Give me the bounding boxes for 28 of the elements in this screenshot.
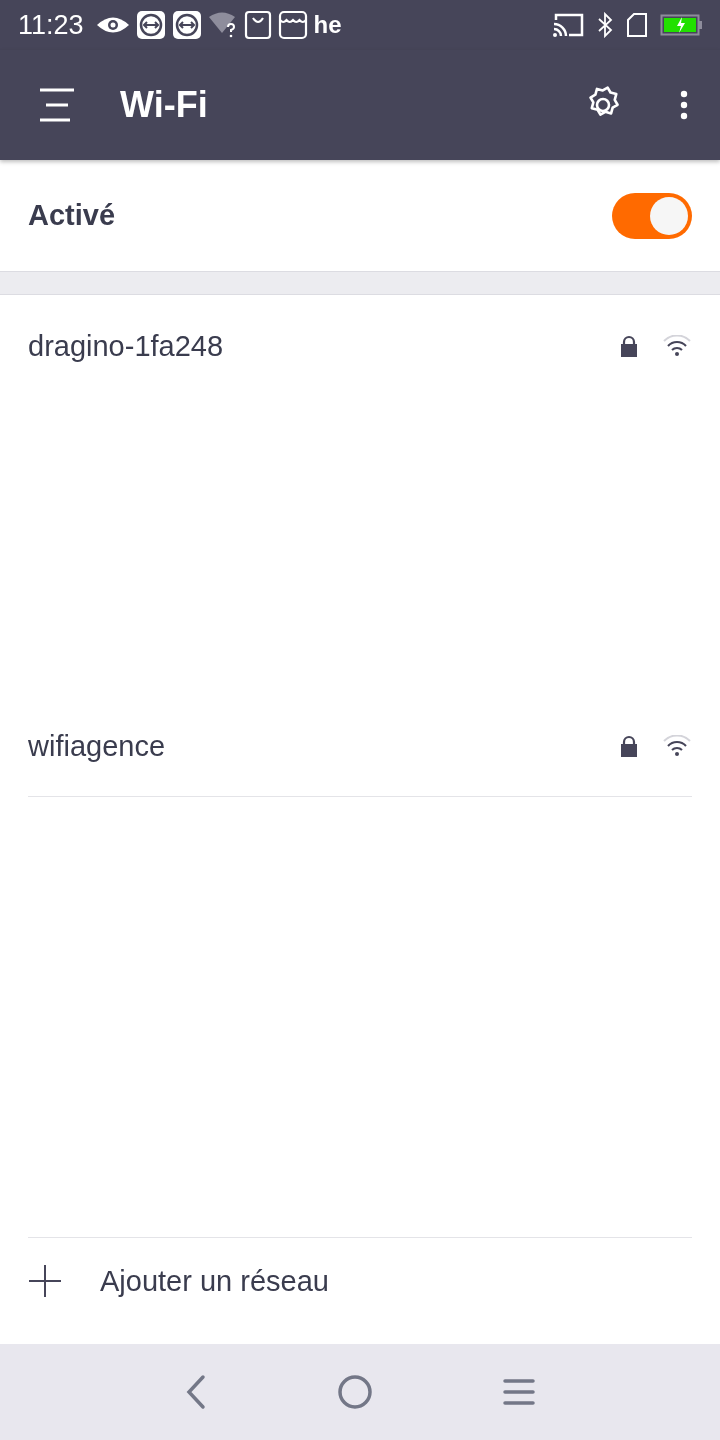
cast-icon [552, 12, 584, 38]
add-network-row[interactable]: Ajouter un réseau [28, 1237, 692, 1302]
menu-icon[interactable] [38, 88, 76, 122]
wifi-unknown-icon [207, 11, 238, 39]
clock-time: 11:23 [18, 9, 84, 41]
more-options-icon[interactable] [680, 90, 688, 120]
battery-charging-icon [660, 13, 704, 37]
recent-apps-icon[interactable] [503, 1378, 535, 1406]
network-name: dragino-1fa248 [28, 329, 225, 363]
bluetooth-icon [596, 12, 614, 38]
arrows-app-icon [135, 10, 166, 40]
arrows-app-icon [171, 10, 202, 40]
wifi-signal-icon [662, 735, 692, 757]
app-logo: he [313, 11, 342, 39]
sim-card-icon [626, 12, 648, 38]
network-row[interactable]: dragino-1fa248 [0, 295, 720, 397]
add-network-label: Ajouter un réseau [100, 1264, 329, 1298]
home-icon[interactable] [337, 1374, 373, 1410]
screen-title: Wi-Fi [120, 84, 208, 126]
wifi-switch[interactable] [612, 192, 692, 239]
wifi-toggle-label: Activé [28, 199, 116, 232]
store-icon [277, 10, 308, 40]
network-row[interactable]: wifiagence [28, 696, 692, 797]
network-name: wifiagence [28, 729, 167, 763]
back-icon[interactable] [185, 1374, 207, 1410]
plus-icon [28, 1264, 62, 1298]
wifi-signal-icon [662, 335, 692, 357]
shopping-bag-icon [243, 10, 272, 40]
